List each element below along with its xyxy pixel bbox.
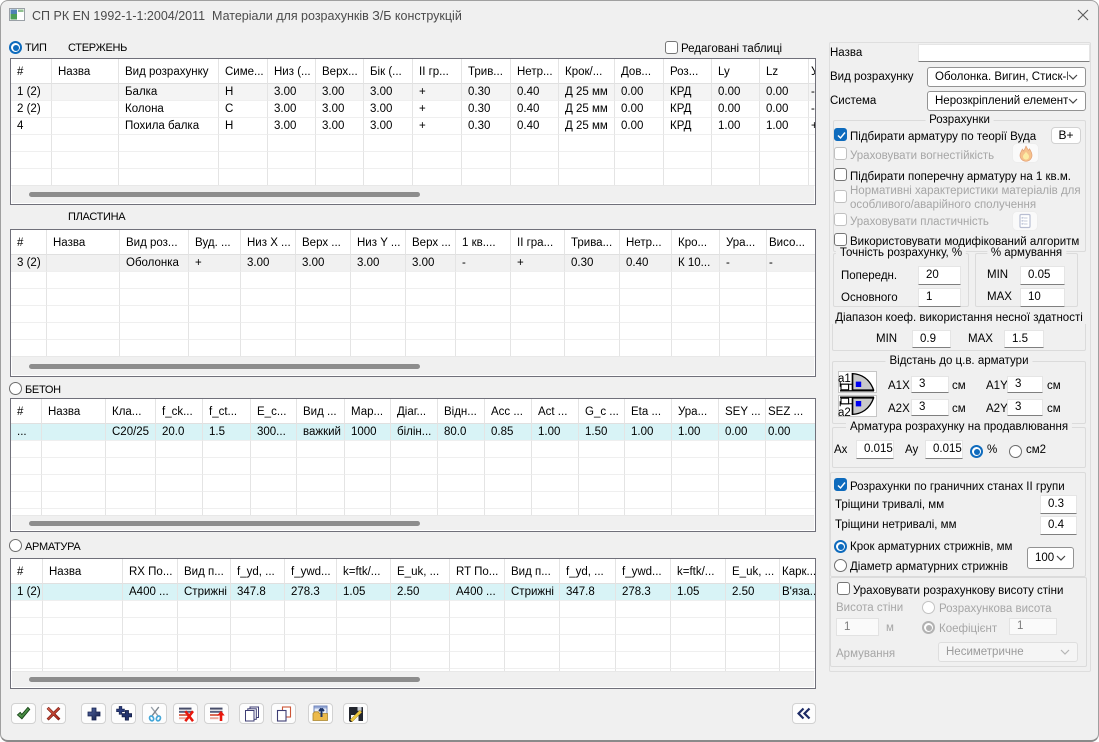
svg-text:a1: a1 xyxy=(838,373,851,385)
svg-text:a2: a2 xyxy=(838,407,851,417)
